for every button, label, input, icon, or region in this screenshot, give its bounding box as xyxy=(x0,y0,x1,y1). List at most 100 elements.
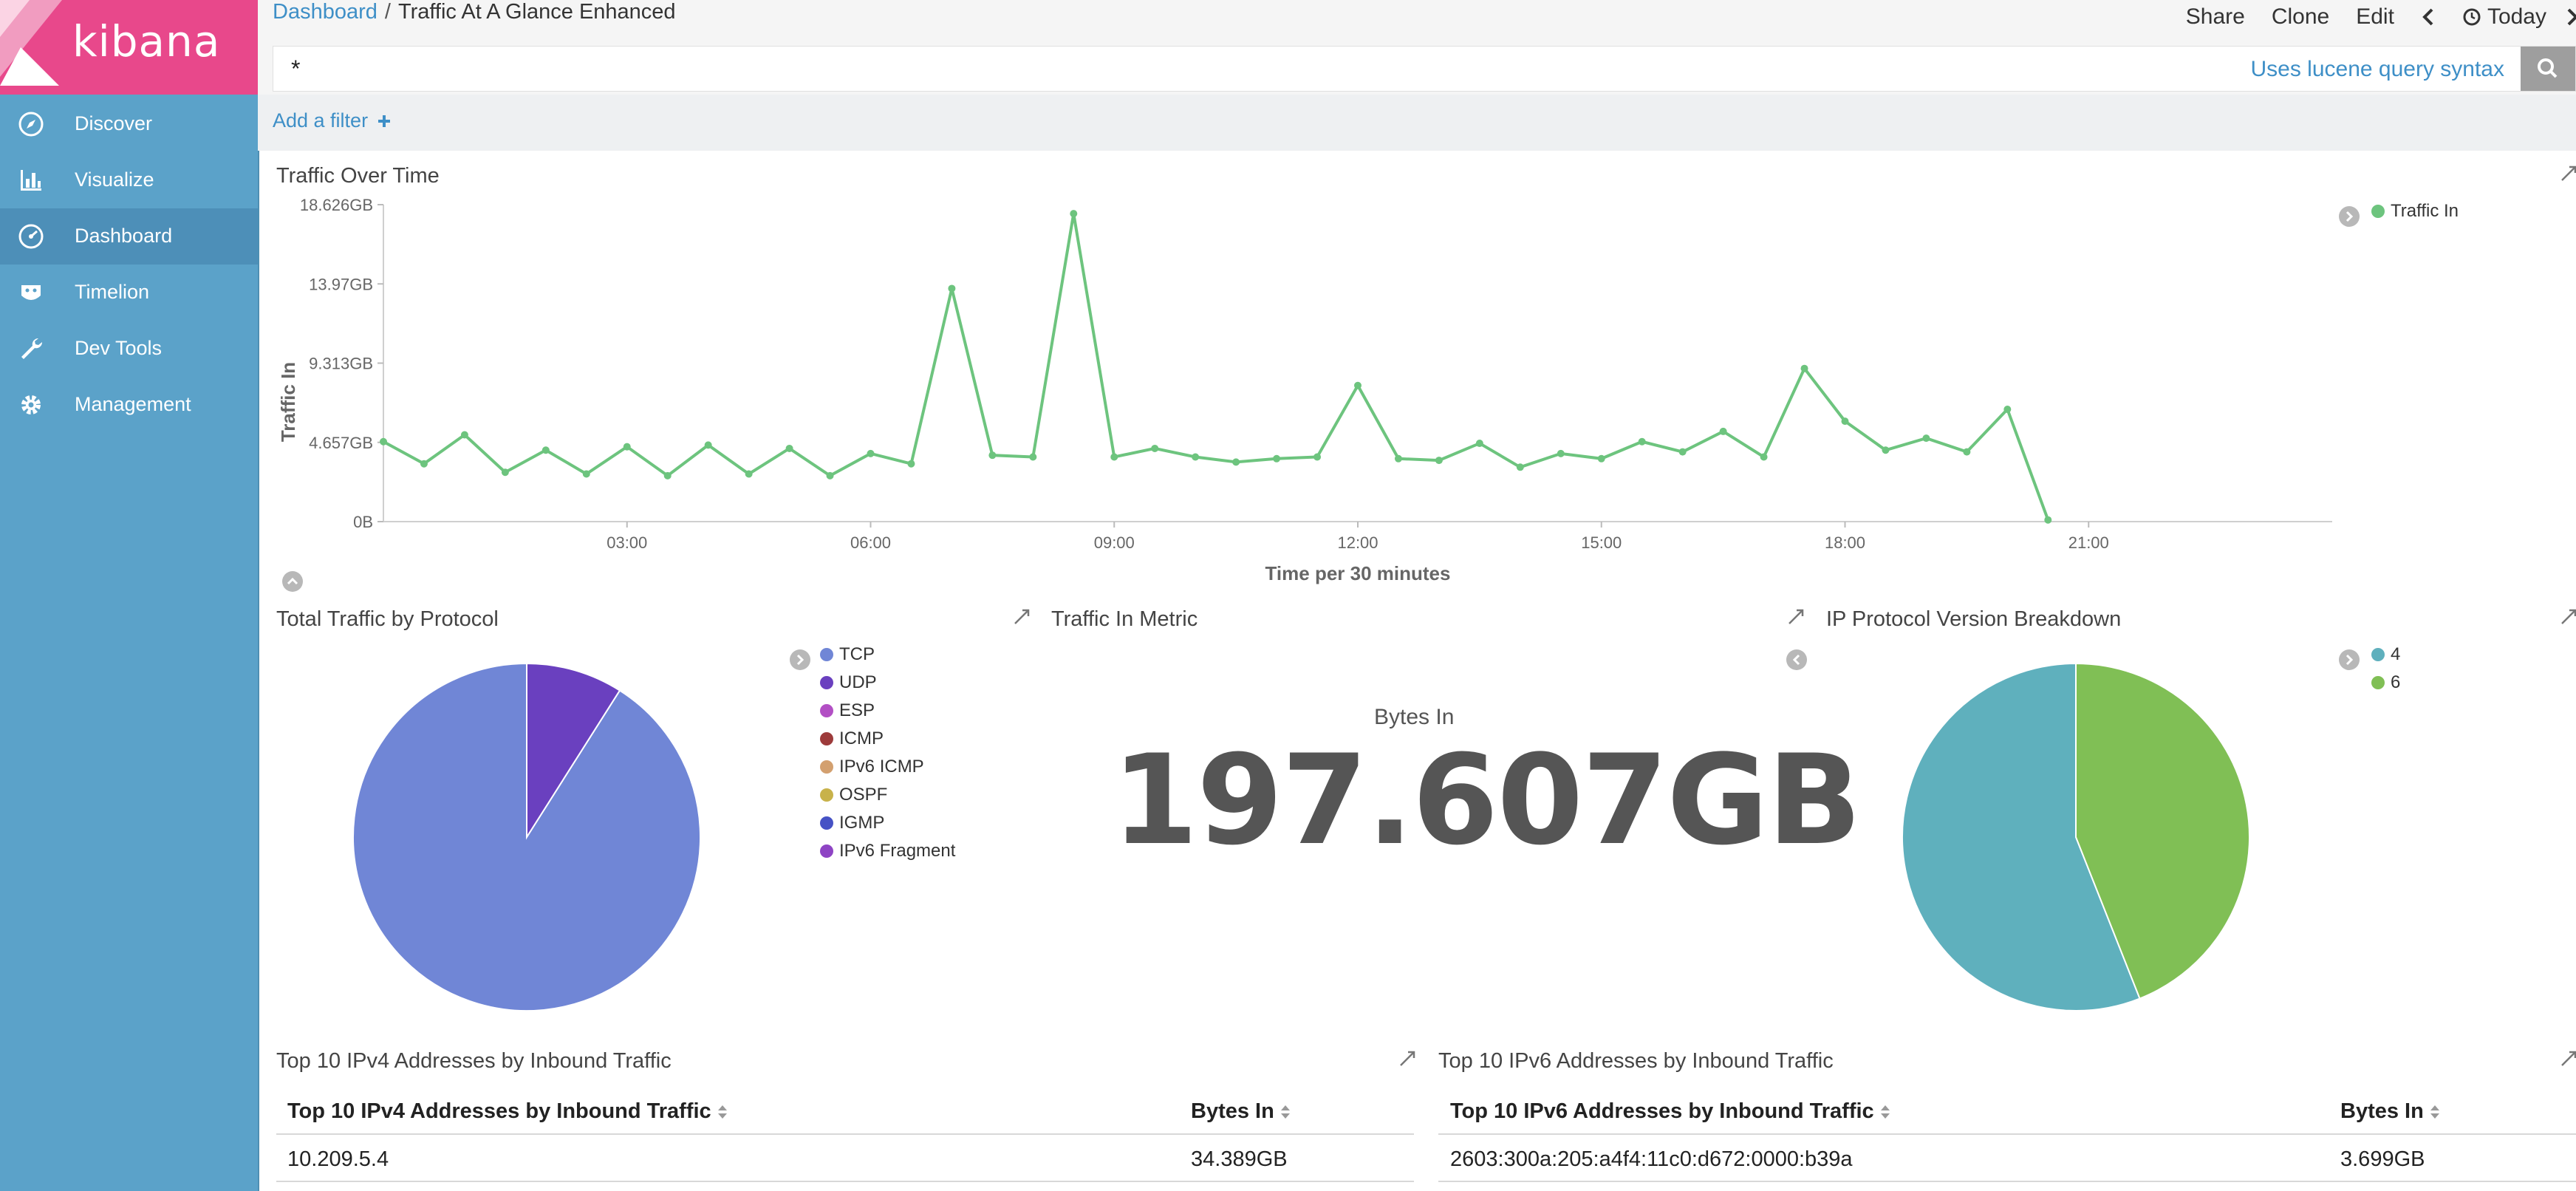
data-point[interactable] xyxy=(1273,454,1281,463)
lucene-syntax-link[interactable]: Uses lucene query syntax xyxy=(2250,57,2504,82)
collapse-panel-button[interactable] xyxy=(282,571,303,592)
data-point[interactable] xyxy=(1313,453,1322,461)
x-tick-label: 09:00 xyxy=(1094,533,1135,552)
expand-icon[interactable] xyxy=(2559,1049,2576,1068)
legend-label: Traffic In xyxy=(2391,201,2459,221)
metric-label: Bytes In xyxy=(1374,705,1455,729)
data-point[interactable] xyxy=(1029,453,1037,461)
data-point[interactable] xyxy=(1192,453,1200,461)
time-back-button[interactable] xyxy=(2421,4,2436,30)
data-point[interactable] xyxy=(1516,463,1524,471)
data-point[interactable] xyxy=(1475,440,1483,448)
data-point[interactable] xyxy=(1800,364,1808,372)
ipv4-column-header-bytes[interactable]: Bytes In xyxy=(1191,1099,1291,1124)
ipv6-column-header-address[interactable]: Top 10 IPv6 Addresses by Inbound Traffic xyxy=(1450,1099,1890,1124)
data-point[interactable] xyxy=(663,471,672,480)
data-point[interactable] xyxy=(582,470,590,478)
legend-item-ipv6-icmp[interactable]: IPv6 ICMP xyxy=(820,757,924,777)
legend-label: IPv6 ICMP xyxy=(839,757,924,777)
expand-icon[interactable] xyxy=(2559,607,2576,627)
edit-button[interactable]: Edit xyxy=(2356,4,2394,30)
data-point[interactable] xyxy=(1638,437,1646,446)
legend-item-4[interactable]: 4 xyxy=(2371,644,2400,665)
clone-button[interactable]: Clone xyxy=(2272,4,2329,30)
sidebar-item-timelion[interactable]: Timelion xyxy=(0,265,258,321)
table-divider xyxy=(276,1133,1414,1135)
legend-item-esp[interactable]: ESP xyxy=(820,700,875,721)
data-point[interactable] xyxy=(1760,453,1768,461)
data-point[interactable] xyxy=(1394,454,1402,463)
data-point[interactable] xyxy=(623,443,631,451)
time-forward-button[interactable] xyxy=(2567,4,2576,30)
data-point[interactable] xyxy=(1110,453,1118,461)
sidebar-item-visualize[interactable]: Visualize xyxy=(0,152,258,208)
data-point[interactable] xyxy=(2003,405,2012,413)
data-point[interactable] xyxy=(826,471,834,480)
legend-item-tcp[interactable]: TCP xyxy=(820,644,875,665)
expand-icon[interactable] xyxy=(1398,1049,1417,1068)
data-point[interactable] xyxy=(501,468,509,477)
legend-item-udp[interactable]: UDP xyxy=(820,672,877,693)
data-point[interactable] xyxy=(380,437,387,446)
legend-item-ospf[interactable]: OSPF xyxy=(820,785,887,805)
data-point[interactable] xyxy=(1435,457,1443,465)
time-picker[interactable]: Today xyxy=(2462,4,2546,30)
data-point[interactable] xyxy=(907,460,915,468)
brand-header[interactable]: kibana xyxy=(0,0,258,95)
data-point[interactable] xyxy=(745,470,753,478)
wrench-icon xyxy=(21,338,43,359)
breadcrumb-dashboard-link[interactable]: Dashboard xyxy=(273,0,377,24)
data-point[interactable] xyxy=(1841,417,1849,426)
data-point[interactable] xyxy=(1922,434,1930,443)
search-icon xyxy=(2538,58,2558,78)
data-point[interactable] xyxy=(541,446,550,454)
data-point[interactable] xyxy=(1719,427,1727,435)
legend-swatch xyxy=(820,676,833,689)
share-button[interactable]: Share xyxy=(2186,4,2245,30)
search-button[interactable] xyxy=(2521,47,2575,91)
ipv4-column-header-address[interactable]: Top 10 IPv4 Addresses by Inbound Traffic xyxy=(287,1099,728,1124)
expand-icon[interactable] xyxy=(1012,607,1031,627)
data-point[interactable] xyxy=(420,460,428,468)
data-point[interactable] xyxy=(2044,516,2052,524)
ip-version-pie-title: IP Protocol Version Breakdown xyxy=(1826,607,2122,631)
sidebar-item-label: Management xyxy=(75,393,191,415)
legend-toggle-button[interactable] xyxy=(790,649,810,670)
ip-version-pie-chart xyxy=(1901,662,2250,1011)
data-point[interactable] xyxy=(785,444,793,452)
legend-item-igmp[interactable]: IGMP xyxy=(820,813,884,833)
legend-toggle-button[interactable] xyxy=(1786,649,1807,670)
data-point[interactable] xyxy=(1557,449,1565,457)
sidebar-item-dashboard[interactable]: Dashboard xyxy=(0,208,258,265)
data-point[interactable] xyxy=(867,449,875,457)
ipv6-column-header-bytes[interactable]: Bytes In xyxy=(2340,1099,2440,1124)
data-point[interactable] xyxy=(704,441,712,449)
add-filter-label: Add a filter xyxy=(273,109,369,132)
legend-item-6[interactable]: 6 xyxy=(2371,672,2400,693)
top-bar: Dashboard / Traffic At A Glance Enhanced S… xyxy=(258,0,2576,95)
legend-toggle-button[interactable] xyxy=(2339,649,2360,670)
add-filter-button[interactable]: Add a filter xyxy=(273,109,392,132)
legend-item-icmp[interactable]: ICMP xyxy=(820,728,884,749)
data-point[interactable] xyxy=(1963,448,1971,456)
data-point[interactable] xyxy=(460,431,468,439)
data-point[interactable] xyxy=(1232,458,1240,466)
search-input[interactable]: * xyxy=(291,55,300,83)
data-point[interactable] xyxy=(1151,444,1159,452)
brand-name: kibana xyxy=(72,16,221,66)
data-point[interactable] xyxy=(1597,454,1605,463)
legend-item-ipv6-fragment[interactable]: IPv6 Fragment xyxy=(820,841,955,861)
data-point[interactable] xyxy=(1070,210,1078,218)
data-point[interactable] xyxy=(948,284,956,293)
expand-icon[interactable] xyxy=(1786,607,1805,627)
data-point[interactable] xyxy=(1354,381,1362,389)
sidebar-item-management[interactable]: Management xyxy=(0,377,258,433)
data-point[interactable] xyxy=(988,451,997,460)
legend-toggle-button[interactable] xyxy=(2339,206,2360,227)
data-point[interactable] xyxy=(1882,446,1890,454)
sidebar-item-discover[interactable]: Discover xyxy=(0,96,258,152)
sidebar-item-dev-tools[interactable]: Dev Tools xyxy=(0,321,258,377)
legend-item-traffic-in[interactable]: Traffic In xyxy=(2371,201,2459,222)
sort-icon xyxy=(717,1105,727,1119)
data-point[interactable] xyxy=(1678,448,1687,456)
